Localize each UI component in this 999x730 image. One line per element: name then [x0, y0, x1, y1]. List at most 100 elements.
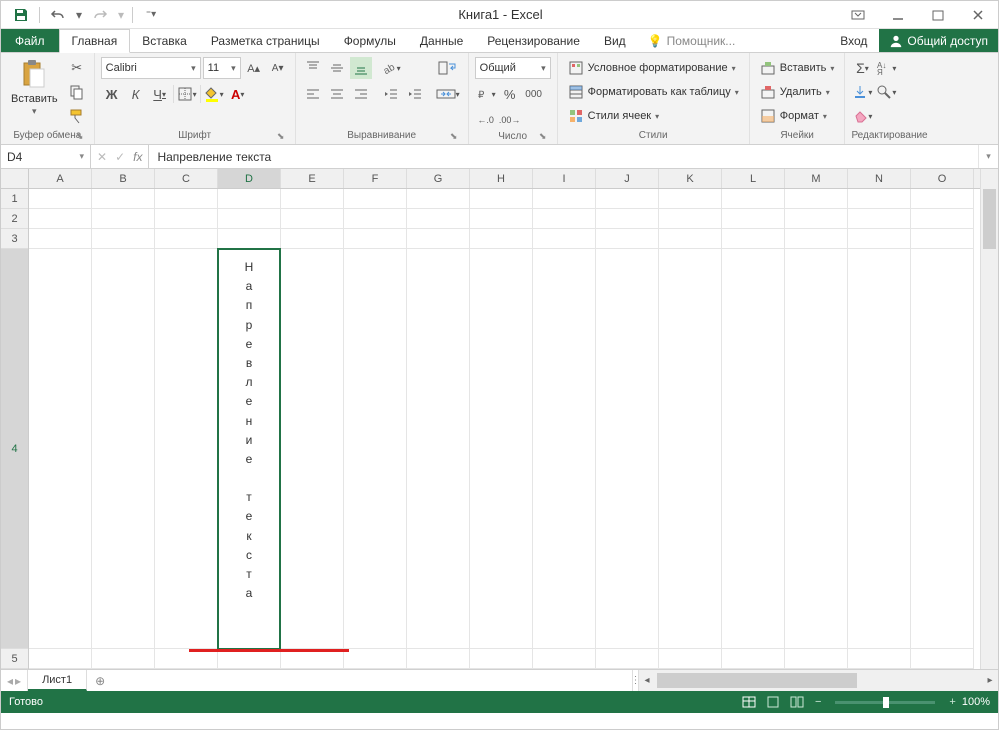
wrap-text-icon[interactable] [434, 57, 462, 79]
row-header-5[interactable]: 5 [1, 649, 28, 669]
percent-icon[interactable]: % [499, 83, 521, 105]
sign-in-link[interactable]: Вход [828, 29, 879, 52]
tab-review[interactable]: Рецензирование [475, 29, 592, 52]
col-header-c[interactable]: C [155, 169, 218, 188]
undo-icon[interactable] [46, 4, 70, 26]
find-select-icon[interactable]: ▾ [875, 81, 897, 103]
col-header-d[interactable]: D [218, 169, 281, 188]
underline-button[interactable]: Ч ▾ [149, 83, 171, 105]
tell-me-search[interactable]: 💡 Помощник... [638, 29, 746, 52]
font-name-combo[interactable]: Calibri▾ [101, 57, 201, 79]
row-header-2[interactable]: 2 [1, 209, 28, 229]
align-middle-icon[interactable] [326, 57, 348, 79]
zoom-in-icon[interactable]: + [949, 696, 955, 708]
col-header-i[interactable]: I [533, 169, 596, 188]
row-header-3[interactable]: 3 [1, 229, 28, 249]
delete-cells-button[interactable]: Удалить▾ [756, 81, 839, 103]
insert-cells-button[interactable]: Вставить▾ [756, 57, 839, 79]
cut-icon[interactable]: ✂ [66, 57, 88, 79]
increase-decimal-icon[interactable]: ←.0 [475, 109, 497, 131]
paste-button[interactable]: Вставить▾ [7, 57, 62, 119]
row-header-4[interactable]: 4 [1, 249, 28, 649]
align-top-icon[interactable] [302, 57, 324, 79]
dialog-launcher-icon[interactable]: ⬊ [275, 130, 287, 142]
col-header-g[interactable]: G [407, 169, 470, 188]
ribbon-options-icon[interactable] [838, 1, 878, 29]
tab-page-layout[interactable]: Разметка страницы [199, 29, 332, 52]
col-header-f[interactable]: F [344, 169, 407, 188]
fill-color-icon[interactable]: ▾ [203, 83, 225, 105]
copy-icon[interactable] [66, 81, 88, 103]
align-bottom-icon[interactable] [350, 57, 372, 79]
tab-home[interactable]: Главная [59, 29, 131, 53]
bold-button[interactable]: Ж [101, 83, 123, 105]
format-cells-button[interactable]: Формат▾ [756, 105, 839, 127]
align-right-icon[interactable] [350, 83, 372, 105]
merge-center-icon[interactable]: ▾ [434, 83, 462, 105]
redo-icon[interactable] [88, 4, 112, 26]
formula-input[interactable]: Напревление текста [149, 145, 978, 168]
worksheet-grid[interactable]: ABCDEFGHIJKLMNO 12345 Напревление текста [1, 169, 998, 669]
col-header-b[interactable]: B [92, 169, 155, 188]
align-left-icon[interactable] [302, 83, 324, 105]
view-page-layout-icon[interactable] [761, 693, 785, 711]
expand-formula-icon[interactable]: ▾ [978, 145, 998, 168]
borders-icon[interactable]: ▾ [176, 83, 198, 105]
conditional-format-button[interactable]: Условное форматирование▾ [564, 57, 743, 79]
cancel-formula-icon[interactable]: ✕ [97, 150, 107, 164]
qat-customize-icon[interactable]: ⁼▾ [139, 4, 163, 26]
tab-insert[interactable]: Вставка [130, 29, 199, 52]
redo-dropdown-icon[interactable]: ▾ [116, 4, 126, 26]
dialog-launcher-icon[interactable]: ⬊ [537, 130, 549, 142]
cell-styles-button[interactable]: Стили ячеек▾ [564, 105, 743, 127]
shrink-font-icon[interactable]: A▾ [267, 57, 289, 79]
format-as-table-button[interactable]: Форматировать как таблицу▾ [564, 81, 743, 103]
fill-icon[interactable]: ▾ [851, 81, 873, 103]
format-painter-icon[interactable] [66, 105, 88, 127]
minimize-icon[interactable] [878, 1, 918, 29]
autosum-icon[interactable]: Σ▾ [851, 57, 873, 79]
tab-view[interactable]: Вид [592, 29, 638, 52]
view-normal-icon[interactable] [737, 693, 761, 711]
col-header-n[interactable]: N [848, 169, 911, 188]
zoom-out-icon[interactable]: − [815, 696, 821, 708]
increase-indent-icon[interactable] [404, 83, 426, 105]
dialog-launcher-icon[interactable]: ⬊ [74, 130, 86, 142]
maximize-icon[interactable] [918, 1, 958, 29]
sheet-nav[interactable]: ◂▸ [1, 670, 28, 691]
number-format-combo[interactable]: Общий▾ [475, 57, 551, 79]
zoom-level[interactable]: 100% [962, 696, 990, 708]
share-button[interactable]: Общий доступ [879, 29, 998, 52]
col-header-o[interactable]: O [911, 169, 974, 188]
cells-area[interactable]: Напревление текста [29, 189, 980, 669]
column-headers[interactable]: ABCDEFGHIJKLMNO [29, 169, 980, 189]
tab-formulas[interactable]: Формулы [332, 29, 408, 52]
decrease-decimal-icon[interactable]: .00→ [499, 109, 521, 131]
decrease-indent-icon[interactable] [380, 83, 402, 105]
cell-d4[interactable]: Напревление текста [218, 249, 281, 649]
enter-formula-icon[interactable]: ✓ [115, 150, 125, 164]
col-header-a[interactable]: A [29, 169, 92, 188]
font-size-combo[interactable]: 11▾ [203, 57, 241, 79]
comma-style-icon[interactable]: 000 [523, 83, 545, 105]
dialog-launcher-icon[interactable]: ⬊ [448, 130, 460, 142]
clear-icon[interactable]: ▾ [851, 105, 873, 127]
grow-font-icon[interactable]: A▴ [243, 57, 265, 79]
select-all-corner[interactable] [1, 169, 29, 189]
add-sheet-icon[interactable]: ⊕ [87, 670, 113, 691]
undo-dropdown-icon[interactable]: ▾ [74, 4, 84, 26]
save-icon[interactable] [9, 4, 33, 26]
col-header-k[interactable]: K [659, 169, 722, 188]
sort-filter-icon[interactable]: A↓Я▾ [875, 57, 897, 79]
view-page-break-icon[interactable] [785, 693, 809, 711]
name-box[interactable]: D4▾ [1, 145, 91, 168]
col-header-j[interactable]: J [596, 169, 659, 188]
orientation-icon[interactable]: ab▾ [380, 57, 402, 79]
row-headers[interactable]: 12345 [1, 189, 29, 669]
close-icon[interactable] [958, 1, 998, 29]
italic-button[interactable]: К [125, 83, 147, 105]
zoom-slider[interactable] [835, 701, 935, 704]
horizontal-scrollbar[interactable]: ◂ ▸ [638, 670, 998, 691]
row-header-1[interactable]: 1 [1, 189, 28, 209]
col-header-h[interactable]: H [470, 169, 533, 188]
